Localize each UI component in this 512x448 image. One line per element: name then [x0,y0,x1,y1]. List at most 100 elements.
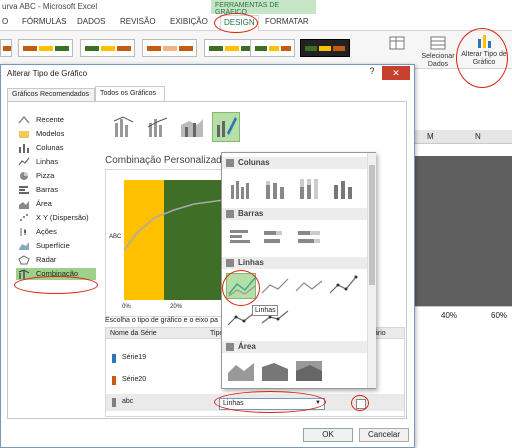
gallery-item-stacked-column[interactable] [260,175,290,201]
folder-icon [18,129,30,139]
help-button[interactable]: ? [365,66,379,80]
sheet-chart-plot[interactable] [415,156,512,306]
column-m[interactable]: M [427,132,434,141]
table-icon [429,35,447,51]
axis-tick-40: 40% [441,311,458,320]
tab-all-charts[interactable]: Todos os Gráficos [95,86,165,102]
series-name: Série20 [122,376,147,383]
stacked-area-column-option[interactable] [178,112,206,142]
highlight-ring [214,13,258,33]
area-chart-icon [226,343,234,351]
column-line-secondary-option[interactable] [144,112,172,142]
gallery-scrollbar[interactable] [367,153,376,388]
gallery-item-100-area[interactable] [294,357,324,383]
select-data-button[interactable]: Selecionar Dados [418,35,458,69]
preview-tick: 0% [122,304,131,310]
sidebar-item-barras[interactable]: Barras [16,184,96,196]
preview-ylabel: ABC [109,234,122,240]
custom-combination-option[interactable] [212,112,240,142]
close-button[interactable]: ✕ [382,66,410,80]
column-n[interactable]: N [475,132,481,141]
line-chart-icon [226,259,234,267]
select-data-label: Selecionar Dados [421,53,455,68]
sidebar-item-label: Barras [36,185,59,194]
gallery-item-bar[interactable] [226,225,256,251]
sidebar-item-label: Colunas [36,143,64,152]
scatter-chart-icon [18,213,30,223]
clustered-column-combo-option[interactable] [110,112,138,142]
col-series-name: Nome da Série [110,330,157,337]
preview-tick: 20% [170,304,183,310]
series-name: abc [122,398,134,405]
window-title: urva ABC - Microsoft Excel [2,2,98,11]
highlight-ring [214,391,326,413]
highlight-ring [351,395,369,411]
sidebar-item-radar[interactable]: Radar [16,254,96,266]
scrollbar-thumb[interactable] [369,165,375,285]
chart-tools-tab-group: FERRAMENTAS DE GRÁFICO [211,0,316,16]
sidebar-item-label: Recente [36,115,64,124]
highlight-ring [222,270,260,306]
sidebar-item-label: Ações [36,227,57,236]
gallery-item-100-bar[interactable] [294,225,324,251]
tab-data[interactable]: DADOS [77,17,105,26]
chart-style-thumb[interactable] [142,39,197,57]
sidebar-item-pizza[interactable]: Pizza [16,170,96,182]
chart-style-thumb[interactable] [250,39,295,57]
sidebar-item-modelos[interactable]: Modelos [16,128,96,140]
gallery-header-colunas: Colunas [222,157,367,169]
surface-chart-icon [18,241,30,251]
gallery-header-label: Barras [238,209,264,218]
series-color-swatch [112,398,116,407]
series-color-swatch [112,376,116,385]
switch-row-column-button[interactable] [378,35,416,53]
sidebar-item-acoes[interactable]: Ações [16,226,96,238]
column-header: M N [415,130,512,144]
bar-chart-icon [18,185,30,195]
tab-insert[interactable]: O [2,17,8,26]
gallery-item-stacked-area[interactable] [260,357,290,383]
tab-view[interactable]: EXIBIÇÃO [170,17,208,26]
stock-chart-icon [18,227,30,237]
tab-recommended-charts[interactable]: Gráficos Recomendados [7,88,95,102]
line-chart-icon [18,157,30,167]
chart-style-thumb[interactable] [0,39,12,57]
ok-button[interactable]: OK [303,428,353,442]
gallery-item-column[interactable] [226,175,256,201]
gallery-item-100-line[interactable] [294,273,324,299]
pie-chart-icon [18,171,30,181]
tooltip: Linhas [252,305,278,316]
sheet-chart-axis: 40% 60% [415,306,512,328]
gallery-item-3d-column[interactable] [328,175,358,201]
gallery-item-100-column[interactable] [294,175,324,201]
column-chart-icon [18,143,30,153]
axis-tick-60: 60% [491,311,508,320]
gallery-item-stacked-bar[interactable] [260,225,290,251]
gallery-item-area[interactable] [226,357,256,383]
chart-style-thumb-selected[interactable] [300,39,350,57]
sidebar-item-recente[interactable]: Recente [16,114,96,126]
recent-icon [18,115,30,125]
highlight-ring [14,276,98,294]
sidebar-item-label: Pizza [36,171,55,180]
tab-format[interactable]: FORMATAR [265,17,309,26]
cancel-button[interactable]: Cancelar [359,428,409,442]
tab-review[interactable]: REVISÃO [120,17,156,26]
chart-style-thumb[interactable] [80,39,135,57]
sidebar-item-area[interactable]: Área [16,198,96,210]
sidebar-item-label: Linhas [36,157,59,166]
sidebar-item-label: Área [36,199,52,208]
sidebar-item-superficie[interactable]: Superfície [16,240,96,252]
sidebar-item-label: Modelos [36,129,65,138]
sidebar-item-colunas[interactable]: Colunas [16,142,96,154]
series-color-swatch [112,354,116,363]
series-caption: Escolha o tipo de gráfico e o eixo pa [105,317,218,324]
bar-chart-icon [226,210,234,218]
sidebar-item-dispersao[interactable]: X Y (Dispersão) [16,212,96,224]
gallery-item-stacked-line[interactable] [260,273,290,299]
sidebar-item-linhas[interactable]: Linhas [16,156,96,168]
chart-style-thumb[interactable] [18,39,73,57]
tab-formulas[interactable]: FÓRMULAS [22,17,66,26]
gallery-item-line-markers[interactable] [328,273,358,299]
gallery-header-label: Área [238,342,256,351]
